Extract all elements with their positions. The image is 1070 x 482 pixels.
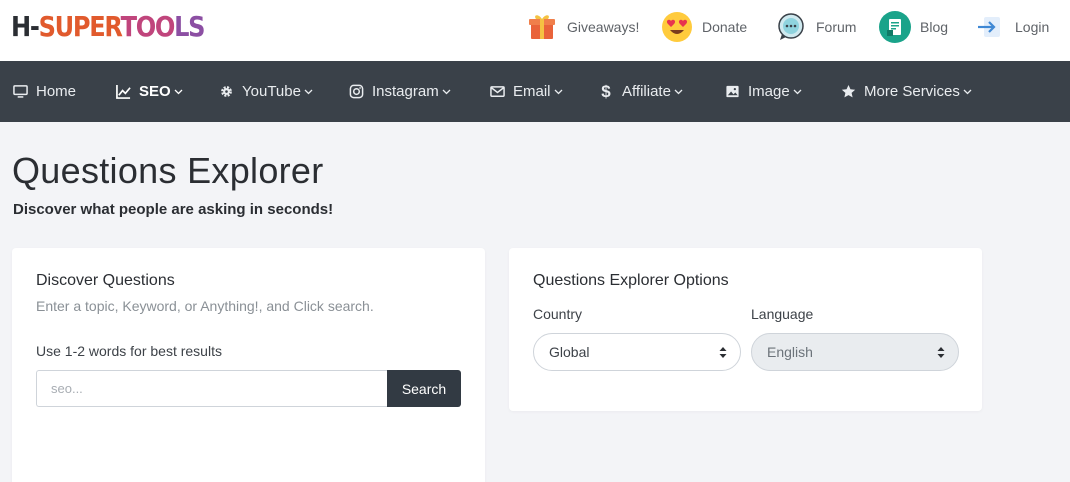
select-arrows-icon: [937, 346, 945, 359]
giveaways-link[interactable]: Giveaways!: [526, 10, 639, 44]
chevron-down-icon: [174, 87, 183, 96]
main-nav: Home SEO YouTube Instagram Email $ Affil…: [0, 61, 1070, 122]
search-button[interactable]: Search: [387, 370, 461, 407]
discover-hint: Enter a topic, Keyword, or Anything!, an…: [36, 298, 374, 314]
login-arrow-icon: [974, 11, 1006, 43]
donate-link[interactable]: Donate: [661, 10, 747, 44]
gear-icon: [218, 84, 234, 100]
country-label: Country: [533, 306, 583, 322]
nav-instagram[interactable]: Instagram: [348, 61, 451, 122]
nav-home[interactable]: Home: [12, 61, 76, 122]
discover-tip: Use 1-2 words for best results: [36, 343, 222, 359]
forum-link[interactable]: Forum: [775, 10, 856, 44]
chart-icon: [115, 84, 131, 100]
nav-youtube[interactable]: YouTube: [218, 61, 313, 122]
chat-bubble-icon: [775, 11, 807, 43]
star-icon: [840, 84, 856, 100]
site-logo[interactable]: H-SUPERTOOLS: [11, 10, 205, 44]
discover-card-title: Discover Questions: [36, 272, 175, 289]
explorer-options-card: Questions Explorer Options Country Langu…: [509, 248, 982, 411]
discover-questions-card: Discover Questions Enter a topic, Keywor…: [12, 248, 485, 482]
image-icon: [724, 84, 740, 100]
chevron-down-icon: [554, 87, 563, 96]
search-input[interactable]: [36, 370, 388, 407]
chevron-down-icon: [963, 87, 972, 96]
country-select[interactable]: Global: [533, 333, 741, 371]
language-label: Language: [751, 306, 814, 322]
nav-email[interactable]: Email: [489, 61, 563, 122]
monitor-icon: [12, 84, 28, 100]
page-subtitle: Discover what people are asking in secon…: [13, 201, 334, 218]
country-select-value: Global: [549, 344, 590, 360]
chevron-down-icon: [674, 87, 683, 96]
chevron-down-icon: [304, 87, 313, 96]
select-arrows-icon: [719, 346, 727, 359]
gift-icon: [526, 11, 558, 43]
blog-link[interactable]: Blog: [879, 10, 948, 44]
page-title: Questions Explorer: [12, 150, 324, 191]
chevron-down-icon: [793, 87, 802, 96]
options-card-title: Questions Explorer Options: [533, 272, 729, 289]
language-select[interactable]: English: [751, 333, 959, 371]
language-select-value: English: [767, 344, 813, 360]
login-link[interactable]: Login: [974, 10, 1049, 44]
nav-seo[interactable]: SEO: [115, 61, 183, 122]
chevron-down-icon: [442, 87, 451, 96]
top-bar: H-SUPERTOOLS Giveaways! Donate Forum Blo…: [0, 0, 1070, 61]
dollar-icon: $: [601, 81, 611, 101]
document-icon: [879, 11, 911, 43]
heart-eyes-emoji-icon: [661, 11, 693, 43]
envelope-icon: [489, 84, 505, 100]
instagram-icon: [348, 84, 364, 100]
nav-more-services[interactable]: More Services: [840, 61, 972, 122]
nav-affiliate[interactable]: $ Affiliate: [598, 61, 683, 122]
nav-image[interactable]: Image: [724, 61, 802, 122]
